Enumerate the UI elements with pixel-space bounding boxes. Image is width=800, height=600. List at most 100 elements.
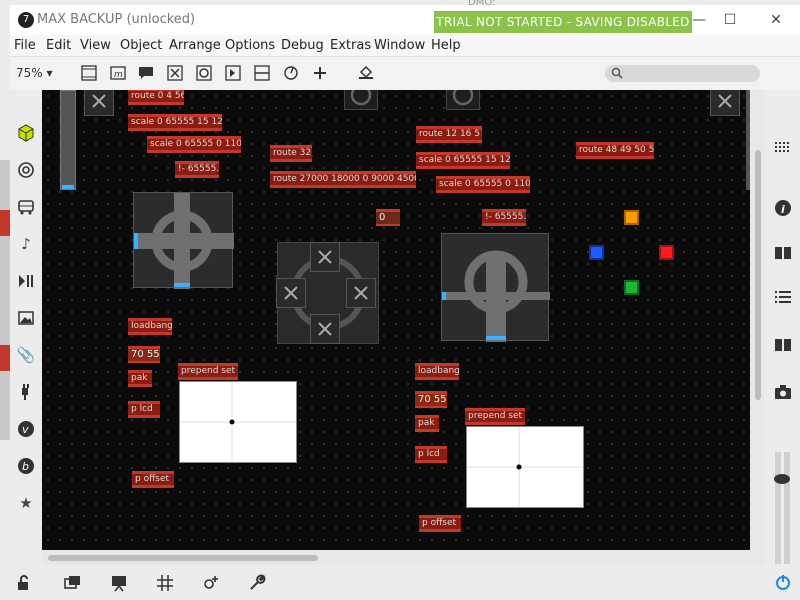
menu-extras[interactable]: Extras: [330, 38, 371, 53]
object-scale[interactable]: scale 0 65555 15 125: [416, 152, 510, 169]
menu-debug[interactable]: Debug: [281, 38, 324, 53]
object-p-lcd[interactable]: p lcd: [415, 446, 447, 463]
bang-icon[interactable]: [195, 65, 213, 81]
search-icon: [611, 67, 623, 79]
object-pak[interactable]: pak: [415, 415, 439, 432]
object-scale[interactable]: scale 0 65555 15 125: [128, 114, 222, 131]
object-prepend[interactable]: prepend set: [178, 363, 238, 380]
lcd-display-left[interactable]: [179, 381, 297, 463]
toggle-box[interactable]: [84, 90, 114, 116]
button-box[interactable]: [344, 90, 378, 110]
image-icon[interactable]: [16, 308, 36, 328]
object-prepend[interactable]: prepend set: [465, 408, 525, 425]
vertical-slider[interactable]: [60, 90, 76, 190]
trial-status-badge[interactable]: TRIAL NOT STARTED - SAVING DISABLED: [434, 11, 692, 33]
object-route[interactable]: route 27000 18000 0 9000 4500 -1: [270, 171, 416, 188]
search-input[interactable]: [605, 65, 760, 82]
comment-icon[interactable]: [137, 65, 155, 81]
music-note-icon[interactable]: ♪: [16, 234, 36, 254]
object-loadbang[interactable]: loadbang: [415, 363, 459, 380]
patcher-canvas[interactable]: route 0 4 56 scale 0 65555 15 125 scale …: [42, 90, 750, 550]
menu-edit[interactable]: Edit: [46, 38, 71, 53]
minimize-icon[interactable]: —: [688, 11, 710, 29]
vizzie-icon[interactable]: v: [16, 419, 36, 439]
dpad-up-button[interactable]: [310, 242, 340, 272]
play-sequence-icon[interactable]: [16, 271, 36, 291]
add-object-icon[interactable]: [311, 65, 329, 81]
presentation-icon[interactable]: [80, 65, 98, 81]
beap-icon[interactable]: b: [16, 456, 36, 476]
dpad-right-button[interactable]: [346, 278, 376, 308]
object-scale[interactable]: scale 0 65555 0 110: [436, 176, 530, 193]
grid-icon[interactable]: [155, 573, 175, 593]
menu-options[interactable]: Options: [225, 38, 275, 53]
object-route[interactable]: route 32: [270, 145, 312, 162]
object-route[interactable]: route 12 16 57: [416, 126, 482, 143]
lcd-display-right[interactable]: [466, 426, 584, 508]
object-subtract[interactable]: !- 65555.: [175, 161, 219, 178]
power-icon[interactable]: [773, 572, 793, 592]
dial-icon[interactable]: [282, 65, 300, 81]
object-subtract[interactable]: !- 65555.: [482, 209, 526, 226]
number-box-icon[interactable]: [224, 65, 242, 81]
number-box[interactable]: 70 55: [415, 391, 447, 408]
split-view-icon[interactable]: [773, 243, 793, 263]
paperclip-icon[interactable]: 📎: [16, 345, 36, 365]
camera-icon[interactable]: [773, 382, 793, 402]
horizontal-scrollbar[interactable]: [42, 550, 765, 565]
bus-icon[interactable]: [16, 197, 36, 217]
presentation-mode-icon[interactable]: [109, 573, 129, 593]
svg-text:m: m: [114, 70, 123, 80]
vertical-scroll-thumb[interactable]: [755, 150, 761, 400]
toggle-box[interactable]: [710, 90, 740, 116]
button-box[interactable]: [446, 90, 480, 110]
plug-icon[interactable]: [16, 382, 36, 402]
red-button[interactable]: [659, 245, 674, 260]
object-p-offset[interactable]: p offset: [132, 471, 174, 488]
windows-icon[interactable]: [63, 573, 83, 593]
dpad-down-button[interactable]: [310, 314, 340, 344]
lock-icon[interactable]: [14, 573, 34, 593]
object-pak[interactable]: pak: [128, 370, 152, 387]
green-button[interactable]: [624, 280, 639, 295]
dpad-left-button[interactable]: [276, 278, 306, 308]
vertical-scrollbar[interactable]: [750, 90, 765, 550]
number-box[interactable]: 0: [376, 209, 400, 226]
info-icon[interactable]: i: [773, 198, 793, 218]
list-icon[interactable]: [773, 288, 793, 308]
message-box-icon[interactable]: m: [109, 65, 127, 81]
menu-file[interactable]: File: [14, 38, 36, 53]
paint-bucket-icon[interactable]: [357, 65, 375, 81]
menu-window[interactable]: Window: [374, 38, 425, 53]
object-route[interactable]: route 0 4 56: [128, 90, 184, 105]
menu-arrange[interactable]: Arrange: [169, 38, 221, 53]
menu-object[interactable]: Object: [120, 38, 162, 53]
object-loadbang[interactable]: loadbang: [128, 318, 172, 335]
grid-dots-icon[interactable]: [773, 138, 793, 158]
xy-pad-left[interactable]: [133, 192, 234, 289]
debug-probe-icon[interactable]: [201, 573, 221, 593]
object-scale[interactable]: scale 0 65555 0 110: [147, 136, 241, 153]
volume-slider-knob[interactable]: [774, 474, 790, 484]
object-p-offset[interactable]: p offset: [419, 515, 461, 532]
svg-text:b: b: [22, 460, 29, 473]
maximize-icon[interactable]: ☐: [719, 11, 741, 29]
toggle-icon[interactable]: [166, 65, 184, 81]
new-object-cube-icon[interactable]: [16, 123, 36, 143]
zoom-level[interactable]: 75% ▾: [16, 66, 53, 80]
wrench-icon[interactable]: [247, 573, 267, 593]
number-box[interactable]: 70 55: [128, 346, 160, 363]
close-icon[interactable]: ✕: [765, 11, 787, 29]
object-p-lcd[interactable]: p lcd: [128, 401, 160, 418]
menu-view[interactable]: View: [80, 38, 111, 53]
orange-button[interactable]: [624, 210, 639, 225]
target-icon[interactable]: [16, 160, 36, 180]
horizontal-scroll-thumb[interactable]: [48, 555, 318, 561]
xy-pad-right[interactable]: [441, 233, 558, 342]
slider-icon[interactable]: [253, 65, 271, 81]
menu-help[interactable]: Help: [431, 38, 461, 53]
object-route[interactable]: route 48 49 50 51: [576, 142, 654, 159]
favorites-star-icon[interactable]: ★: [16, 493, 36, 513]
book-icon[interactable]: [773, 335, 793, 355]
blue-button[interactable]: [589, 245, 604, 260]
